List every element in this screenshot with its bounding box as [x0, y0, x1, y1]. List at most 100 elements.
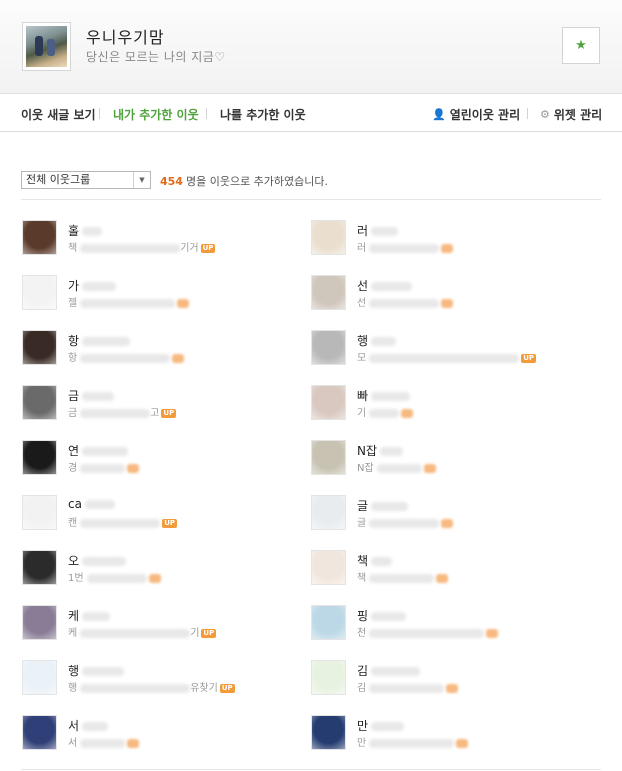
neighbor-avatar[interactable] — [311, 275, 346, 310]
neighbor-avatar[interactable] — [311, 605, 346, 640]
neighbor-item[interactable]: 선선 — [311, 275, 591, 315]
neighbor-avatar[interactable] — [22, 715, 57, 750]
neighbor-name[interactable]: N잡 — [357, 442, 404, 459]
neighbor-name[interactable]: 가 — [68, 277, 117, 294]
neighbor-name[interactable]: 김 — [357, 662, 421, 679]
neighbor-name[interactable]: 핑 — [357, 607, 407, 624]
neighbor-item[interactable]: 케 케 기 UP — [22, 605, 302, 645]
neighbor-item[interactable]: ca 캔 UP — [22, 495, 302, 535]
neighbor-item[interactable]: 가젤 — [22, 275, 302, 315]
neighbor-name-text: 오 — [68, 554, 80, 568]
neighbor-name[interactable]: 빠 — [357, 387, 411, 404]
neighbor-name[interactable]: 러 — [357, 222, 399, 239]
neighbor-name[interactable]: 오 — [68, 552, 127, 569]
neighbor-avatar[interactable] — [311, 715, 346, 750]
blog-header: 우니우기맘 당신은 모르는 나의 지금♡ ★ — [0, 0, 622, 94]
neighbor-description: 만 — [357, 734, 469, 749]
neighbor-name[interactable]: ca — [68, 497, 115, 511]
neighbor-item[interactable]: 행 모 UP — [311, 330, 591, 370]
neighbor-count-suffix: 명을 이웃으로 추가하였습니다. — [185, 175, 329, 188]
neighbor-description: 천 — [357, 624, 499, 639]
favorite-button[interactable]: ★ — [562, 27, 600, 64]
neighbor-description-text: 항 — [68, 353, 78, 364]
neighbor-avatar[interactable] — [311, 660, 346, 695]
redacted-up-badge — [148, 573, 161, 583]
neighbor-name[interactable]: 항 — [68, 332, 131, 349]
redacted-up-badge — [441, 518, 454, 528]
neighbor-description-text: 젤 — [68, 298, 78, 309]
neighbor-item[interactable]: N잡 N잡 — [311, 440, 591, 480]
redacted-name — [371, 337, 397, 346]
neighbor-group-select[interactable]: 전체 이웃그룹 ▼ — [21, 171, 151, 189]
neighbor-item[interactable]: 항항 — [22, 330, 302, 370]
neighbor-name-text: 글 — [357, 499, 369, 513]
neighbor-avatar[interactable] — [22, 550, 57, 585]
neighbor-item[interactable]: 빠기 — [311, 385, 591, 425]
neighbor-name[interactable]: 케 — [68, 607, 111, 624]
neighbor-item[interactable]: 행 행 유찾기 UP — [22, 660, 302, 700]
neighbor-description-text: 책 — [68, 243, 78, 254]
neighbor-avatar[interactable] — [311, 385, 346, 420]
neighbor-avatar[interactable] — [22, 440, 57, 475]
neighbor-avatar[interactable] — [311, 220, 346, 255]
neighbor-item[interactable]: 오 1번 — [22, 550, 302, 590]
redacted-description — [80, 353, 171, 363]
neighbor-avatar[interactable] — [22, 275, 57, 310]
neighbor-avatar[interactable] — [22, 495, 57, 530]
neighbor-avatar[interactable] — [22, 220, 57, 255]
neighbor-name[interactable]: 선 — [357, 277, 413, 294]
neighbor-avatar[interactable] — [311, 440, 346, 475]
neighbor-item[interactable]: 김김 — [311, 660, 591, 700]
neighbor-description-text: 금 — [68, 408, 78, 419]
neighbor-description: 모 UP — [357, 349, 537, 364]
neighbor-description-text: 러 — [357, 243, 367, 254]
tab-neighbor-new-posts[interactable]: 이웃 새글 보기 — [21, 106, 96, 123]
neighbor-item[interactable]: 핑천 — [311, 605, 591, 645]
neighbor-avatar[interactable] — [311, 330, 346, 365]
neighbor-avatar[interactable] — [22, 330, 57, 365]
neighbor-tabs: 이웃 새글 보기 내가 추가한 이웃 나를 추가한 이웃 👤 열린이웃 관리 ⚙… — [0, 95, 622, 132]
neighbor-avatar[interactable] — [22, 385, 57, 420]
neighbor-item[interactable]: 만만 — [311, 715, 591, 755]
neighbor-avatar[interactable] — [22, 605, 57, 640]
list-divider — [21, 199, 601, 200]
neighbor-avatar[interactable] — [22, 660, 57, 695]
neighbor-name[interactable]: 연 — [68, 442, 129, 459]
neighbor-name[interactable]: 금 — [68, 387, 115, 404]
neighbor-description-text: 행 — [68, 683, 78, 694]
redacted-description — [369, 518, 440, 528]
neighbor-item[interactable]: 글글 — [311, 495, 591, 535]
neighbor-item[interactable]: 연경 — [22, 440, 302, 480]
neighbor-name[interactable]: 홀 — [68, 222, 103, 239]
neighbor-group-selected: 전체 이웃그룹 — [26, 173, 91, 186]
redacted-up-badge — [127, 738, 140, 748]
neighbor-name[interactable]: 만 — [357, 717, 405, 734]
neighbor-description: 책 기거 UP — [68, 239, 216, 254]
neighbor-item[interactable]: 책책 — [311, 550, 591, 590]
open-neighbor-manage-link[interactable]: 👤 열린이웃 관리 — [432, 106, 520, 123]
neighbor-item[interactable]: 서서 — [22, 715, 302, 755]
neighbor-item[interactable]: 러러 — [311, 220, 591, 260]
neighbor-description: 행 유찾기 UP — [68, 679, 235, 694]
widget-manage-link[interactable]: ⚙ 위젯 관리 — [540, 106, 602, 123]
redacted-description — [80, 628, 191, 638]
tab-neighbors-added-me[interactable]: 나를 추가한 이웃 — [220, 106, 306, 123]
redacted-description — [80, 683, 191, 693]
redacted-name — [371, 227, 399, 236]
neighbor-description-text: 선 — [357, 298, 367, 309]
neighbor-name[interactable]: 책 — [357, 552, 393, 569]
neighbor-description: 1번 — [68, 569, 161, 584]
neighbor-item[interactable]: 금 금 고 UP — [22, 385, 302, 425]
neighbor-name[interactable]: 행 — [357, 332, 397, 349]
tab-my-added-neighbors[interactable]: 내가 추가한 이웃 — [113, 106, 199, 123]
neighbor-name[interactable]: 서 — [68, 717, 109, 734]
open-neighbor-manage-label: 열린이웃 관리 — [449, 108, 521, 122]
neighbor-avatar[interactable] — [311, 550, 346, 585]
profile-image[interactable] — [22, 22, 71, 71]
blog-title[interactable]: 우니우기맘 — [86, 24, 165, 48]
redacted-name — [371, 392, 411, 401]
neighbor-avatar[interactable] — [311, 495, 346, 530]
neighbor-name[interactable]: 글 — [357, 497, 409, 514]
neighbor-item[interactable]: 홀 책 기거 UP — [22, 220, 302, 260]
neighbor-name[interactable]: 행 — [68, 662, 125, 679]
